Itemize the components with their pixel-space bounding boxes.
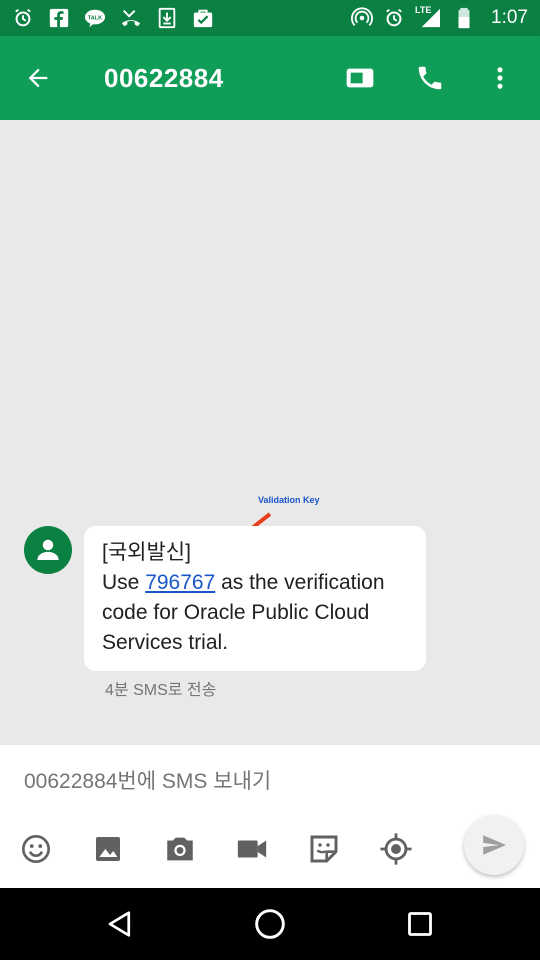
more-vert-icon[interactable]	[476, 54, 524, 102]
alarm-icon	[12, 7, 34, 29]
image-icon[interactable]	[88, 829, 128, 869]
conversation-area[interactable]: Validation Key [국외발신] Use 796767 as the …	[0, 120, 540, 745]
hotspot-icon	[351, 7, 374, 29]
send-button[interactable]	[464, 815, 524, 875]
message-prefix: Use	[102, 571, 146, 594]
download-icon	[156, 7, 178, 29]
camera-icon[interactable]	[160, 829, 200, 869]
message-line-1: [국외발신]	[102, 541, 191, 564]
location-icon[interactable]	[376, 829, 416, 869]
avatar[interactable]	[24, 526, 72, 574]
clock: 1:07	[491, 7, 528, 28]
video-icon[interactable]	[232, 829, 272, 869]
sticker-icon[interactable]	[304, 829, 344, 869]
status-bar: TALK LTE 1:07	[0, 0, 540, 36]
phone-icon[interactable]	[406, 54, 454, 102]
facebook-icon	[48, 7, 70, 29]
message-body: Use 796767 as the verification code for …	[102, 568, 408, 658]
verification-code-link[interactable]: 796767	[145, 571, 215, 594]
kakaotalk-icon: TALK	[84, 7, 106, 29]
send-icon	[483, 835, 506, 855]
back-arrow-icon[interactable]	[12, 52, 64, 104]
missed-call-icon	[120, 7, 142, 29]
message-timestamp: 4분 SMS로 전송	[105, 682, 217, 699]
system-nav-bar	[0, 888, 540, 960]
recents-square-icon[interactable]	[398, 902, 442, 946]
emoji-icon[interactable]	[16, 829, 56, 869]
svg-text:TALK: TALK	[88, 15, 102, 21]
alarm-icon	[383, 7, 405, 29]
compose-input[interactable]: 00622884번에 SMS 보내기	[24, 765, 444, 795]
back-triangle-icon[interactable]	[98, 902, 142, 946]
network-type: LTE	[415, 5, 432, 15]
annotation-label: Validation Key	[258, 495, 320, 505]
home-circle-icon[interactable]	[248, 902, 292, 946]
battery-icon	[453, 7, 475, 29]
person-icon	[37, 539, 59, 560]
composer: 00622884번에 SMS 보내기	[0, 745, 540, 888]
composer-toolbar	[0, 829, 540, 877]
app-bar: 00622884	[0, 36, 540, 120]
video-call-icon[interactable]	[336, 54, 384, 102]
signal-icon: LTE	[415, 5, 443, 29]
task-done-icon	[192, 7, 214, 29]
conversation-title: 00622884	[104, 62, 224, 93]
message-bubble[interactable]: [국외발신] Use 796767 as the verification co…	[84, 526, 426, 671]
